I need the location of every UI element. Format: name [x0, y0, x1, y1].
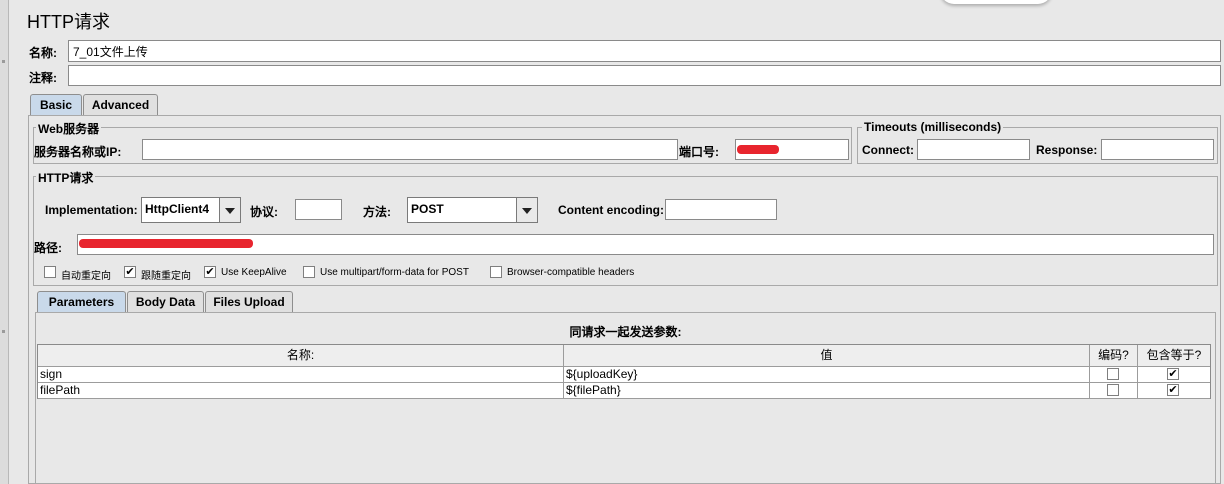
redaction-mark — [737, 145, 779, 154]
redaction-mark — [79, 239, 253, 248]
include-equals-checkbox[interactable]: ✔ — [1167, 368, 1179, 380]
param-value-cell[interactable]: ${uploadKey} — [564, 367, 1090, 383]
follow-redirect-checkbox[interactable]: ✔ — [124, 266, 136, 278]
tab-files-upload[interactable]: Files Upload — [205, 291, 293, 313]
keepalive-checkbox[interactable]: ✔ — [204, 266, 216, 278]
content-encoding-field[interactable] — [665, 199, 777, 220]
port-label: 端口号: — [679, 145, 719, 159]
encode-checkbox[interactable] — [1107, 384, 1119, 396]
tab-basic[interactable]: Basic — [30, 94, 82, 116]
param-encode-cell — [1090, 383, 1138, 399]
http-request-legend: HTTP请求 — [36, 169, 96, 186]
web-server-legend: Web服务器 — [36, 120, 102, 137]
method-label: 方法: — [363, 205, 391, 219]
connect-field[interactable] — [917, 139, 1030, 160]
tab-advanced[interactable]: Advanced — [83, 94, 158, 116]
implementation-dropdown-button[interactable] — [219, 198, 240, 222]
name-field[interactable]: 7_01文件上传 — [68, 40, 1221, 62]
column-header-include-equals[interactable]: 包含等于? — [1138, 345, 1210, 367]
multipart-checkbox[interactable] — [303, 266, 315, 278]
param-encode-cell — [1090, 367, 1138, 383]
param-include-equals-cell: ✔ — [1138, 383, 1210, 399]
implementation-value: HttpClient4 — [145, 202, 209, 216]
implementation-label: Implementation: — [45, 203, 138, 217]
name-label: 名称: — [29, 46, 57, 60]
tab-parameters[interactable]: Parameters — [37, 291, 126, 313]
encode-checkbox[interactable] — [1107, 368, 1119, 380]
chevron-down-icon — [225, 208, 235, 214]
timeouts-legend: Timeouts (milliseconds) — [862, 120, 1004, 134]
response-field[interactable] — [1101, 139, 1214, 160]
content-encoding-label: Content encoding: — [558, 203, 664, 217]
include-equals-checkbox[interactable]: ✔ — [1167, 384, 1179, 396]
implementation-select[interactable]: HttpClient4 — [141, 197, 241, 223]
page-title: HTTP请求 — [27, 12, 110, 32]
server-field[interactable] — [142, 139, 678, 160]
comment-label: 注释: — [29, 71, 57, 85]
follow-redirect-label: 跟随重定向 — [141, 271, 191, 282]
chevron-down-icon — [522, 208, 532, 214]
path-label: 路径: — [34, 241, 62, 255]
column-header-name[interactable]: 名称: — [38, 345, 564, 367]
window-decoration — [940, 0, 1052, 4]
column-header-encode[interactable]: 编码? — [1090, 345, 1138, 367]
parameters-table: 名称: 值 编码? 包含等于? sign ${uploadKey} ✔ file… — [37, 344, 1211, 399]
multipart-label: Use multipart/form-data for POST — [320, 267, 469, 278]
browser-headers-checkbox[interactable] — [490, 266, 502, 278]
method-dropdown-button[interactable] — [516, 198, 537, 222]
protocol-field[interactable] — [295, 199, 342, 220]
protocol-label: 协议: — [250, 205, 278, 219]
param-include-equals-cell: ✔ — [1138, 367, 1210, 383]
param-value-cell[interactable]: ${filePath} — [564, 383, 1090, 399]
parameters-heading: 同请求一起发送参数: — [569, 325, 682, 339]
left-splitter[interactable] — [0, 0, 9, 484]
browser-headers-label: Browser-compatible headers — [507, 267, 635, 278]
keepalive-label: Use KeepAlive — [221, 267, 287, 278]
auto-redirect-checkbox[interactable] — [44, 266, 56, 278]
tab-body-data[interactable]: Body Data — [127, 291, 204, 313]
connect-label: Connect: — [862, 143, 914, 157]
server-label: 服务器名称或IP: — [34, 145, 122, 159]
grip-dot — [2, 60, 5, 63]
column-header-value[interactable]: 值 — [564, 345, 1090, 367]
response-label: Response: — [1036, 143, 1098, 157]
param-name-cell[interactable]: sign — [38, 367, 564, 383]
param-name-cell[interactable]: filePath — [38, 383, 564, 399]
comment-field[interactable] — [68, 65, 1221, 86]
auto-redirect-label: 自动重定向 — [61, 271, 111, 282]
method-value: POST — [411, 202, 444, 216]
method-select[interactable]: POST — [407, 197, 538, 223]
